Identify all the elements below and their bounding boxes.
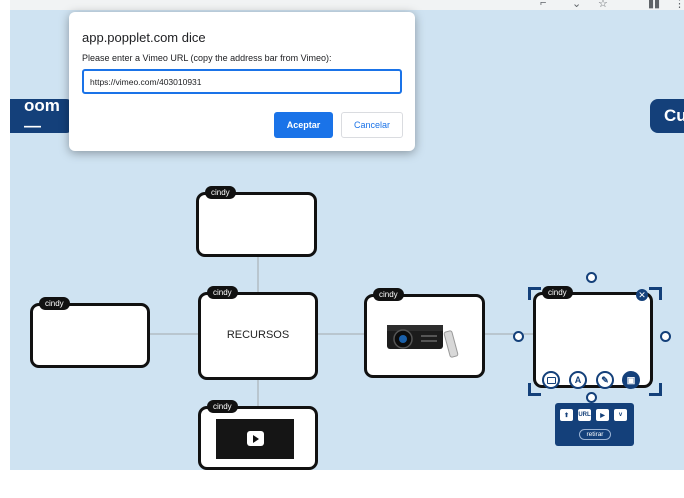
url-button[interactable]: URL — [578, 409, 591, 421]
card-label: RECURSOS — [226, 329, 290, 341]
author-tag: cindy — [207, 400, 238, 413]
image-icon[interactable]: ▣ — [622, 371, 640, 389]
upload-icon[interactable]: ⬆ — [560, 409, 573, 421]
popplet-card-image[interactable]: cindy — [364, 288, 485, 378]
board-title-pill[interactable]: Cu — [650, 99, 684, 133]
author-tag: cindy — [542, 286, 573, 299]
connector — [257, 255, 259, 295]
author-tag: cindy — [39, 297, 70, 310]
connector — [485, 333, 533, 335]
url-input[interactable] — [82, 69, 402, 94]
popplet-card[interactable]: cindy — [196, 186, 317, 257]
selection-corner[interactable] — [649, 383, 662, 396]
page-bottom-margin — [0, 470, 684, 498]
resize-handle-left[interactable] — [513, 331, 524, 342]
resize-handle-bottom[interactable] — [586, 392, 597, 403]
projector-image — [387, 325, 459, 358]
selection-corner[interactable] — [528, 287, 541, 300]
vimeo-icon[interactable]: v — [614, 409, 627, 421]
play-icon[interactable] — [247, 431, 264, 446]
popplet-card-recursos[interactable]: cindy RECURSOS — [198, 286, 318, 380]
popplet-card[interactable]: cindy — [30, 297, 150, 368]
browser-top-strip: ⌐ ⌄ ☆ ▮▮ ⋮ — [0, 0, 684, 10]
square-icon[interactable] — [542, 371, 560, 389]
selection-corner[interactable] — [528, 383, 541, 396]
prompt-dialog: app.popplet.com dice Please enter a Vime… — [69, 12, 415, 151]
author-tag: cindy — [207, 286, 238, 299]
media-panel: ⬆ URL ▶ v retirar — [555, 403, 634, 446]
pencil-icon[interactable]: ✎ — [596, 371, 614, 389]
accept-button[interactable]: Aceptar — [274, 112, 333, 138]
dialog-title: app.popplet.com dice — [82, 30, 206, 45]
popplet-card-video[interactable]: cindy — [198, 400, 318, 470]
cancel-button[interactable]: Cancelar — [341, 112, 403, 138]
resize-handle-right[interactable] — [660, 331, 671, 342]
board-title-pill[interactable]: oom — — [10, 96, 74, 135]
menu-icon[interactable]: ⋮ — [674, 0, 684, 10]
browser-icon[interactable]: ⌐ — [540, 0, 546, 9]
author-tag: cindy — [373, 288, 404, 301]
connector — [257, 378, 259, 408]
remove-media-button[interactable]: retirar — [579, 429, 611, 440]
browser-icon[interactable]: ⌄ — [572, 0, 581, 10]
resize-handle-top[interactable] — [586, 272, 597, 283]
author-tag: cindy — [205, 186, 236, 199]
page-left-margin — [0, 0, 10, 498]
text-icon[interactable]: A — [569, 371, 587, 389]
dialog-message: Please enter a Vimeo URL (copy the addre… — [82, 53, 332, 63]
connector — [148, 333, 200, 335]
connector — [316, 333, 364, 335]
close-icon[interactable]: ✕ — [636, 289, 648, 301]
video-thumbnail[interactable] — [216, 419, 294, 459]
star-icon[interactable]: ☆ — [598, 0, 608, 10]
extension-icon[interactable]: ▮▮ — [648, 0, 660, 10]
youtube-icon[interactable]: ▶ — [596, 409, 609, 421]
selection-corner[interactable] — [649, 287, 662, 300]
